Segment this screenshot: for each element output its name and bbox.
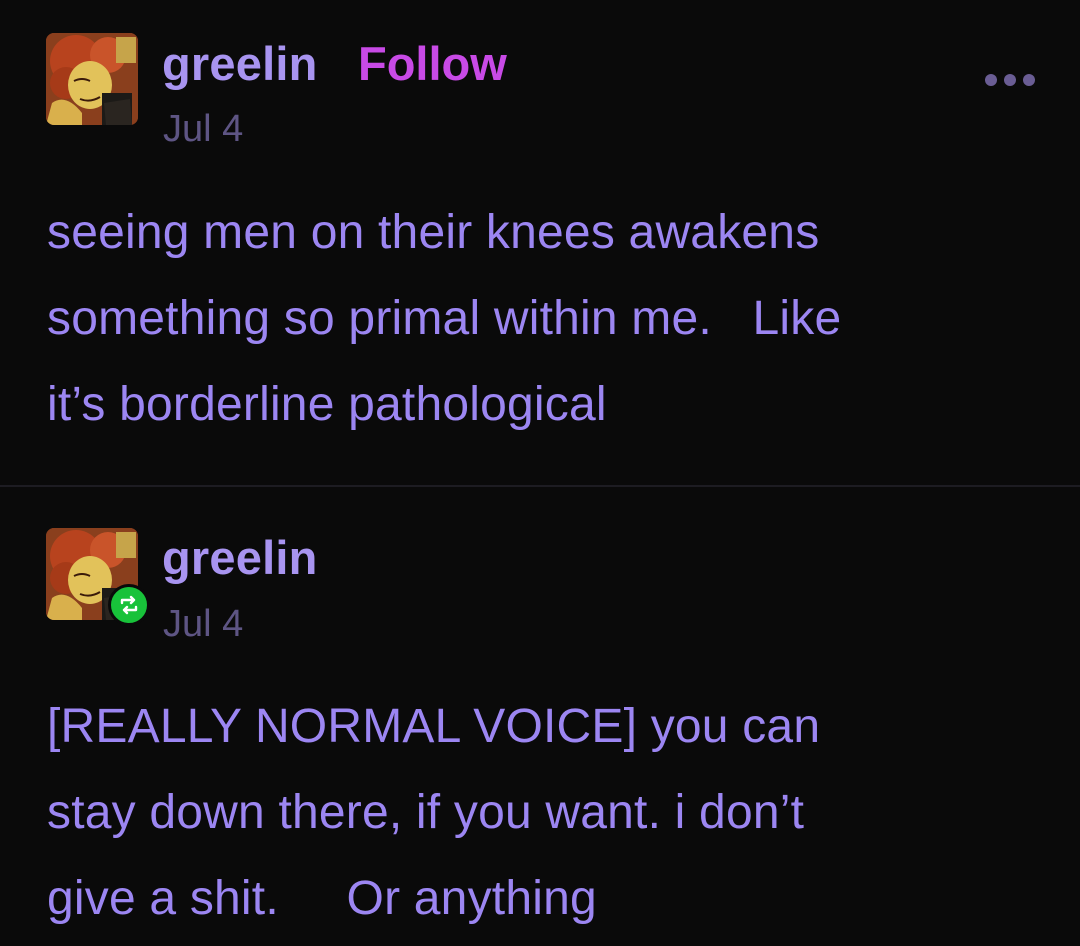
post-reblog: greelin Jul 4 [REALLY NORMAL VOICE] you … (0, 486, 1080, 946)
post-original: greelin Follow Jul 4 seeing men on their… (0, 0, 1080, 485)
post-body-line: give a shit. Or anything (47, 872, 597, 925)
post-date[interactable]: Jul 4 (163, 603, 243, 646)
post-body-line: it’s borderline pathological (47, 378, 607, 431)
post-body: [REALLY NORMAL VOICE] you can stay down t… (47, 684, 1047, 942)
post-body-line: something so primal within me. Like (47, 292, 842, 345)
post-body: seeing men on their knees awakens somethi… (47, 190, 1047, 448)
more-options-icon[interactable] (985, 68, 1035, 92)
post-body-line: stay down there, if you want. i don’t (47, 786, 805, 839)
reblog-icon (108, 584, 150, 626)
post-date[interactable]: Jul 4 (163, 108, 243, 151)
post-body-line: seeing men on their knees awakens (47, 206, 820, 259)
avatar-portrait-icon (46, 33, 138, 125)
username[interactable]: greelin (162, 36, 318, 91)
post-body-line: [REALLY NORMAL VOICE] you can (47, 700, 821, 753)
username[interactable]: greelin (162, 530, 318, 585)
follow-button[interactable]: Follow (358, 36, 507, 91)
user-avatar[interactable] (46, 33, 138, 125)
